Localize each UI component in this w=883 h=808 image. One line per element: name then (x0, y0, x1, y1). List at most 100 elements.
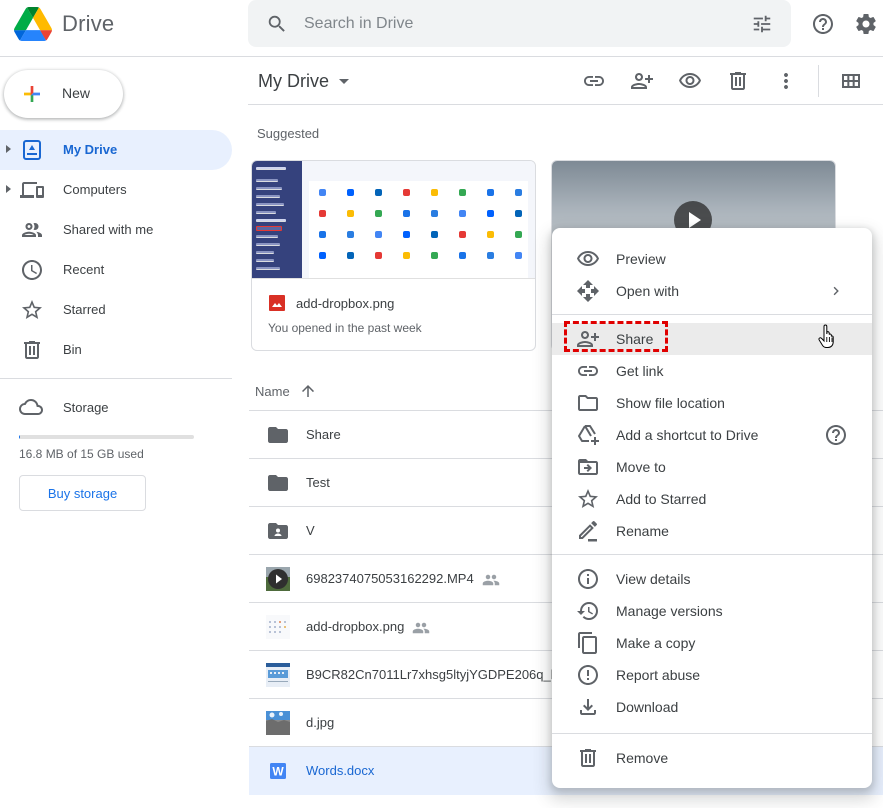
sidebar-item-label: Bin (63, 342, 82, 357)
search-icon[interactable] (266, 13, 288, 35)
sidebar-item-my-drive[interactable]: My Drive (0, 130, 232, 170)
menu-item-show-file-location[interactable]: Show file location (552, 387, 872, 419)
thumbnail-detail (515, 252, 522, 259)
menu-item-view-details[interactable]: View details (552, 563, 872, 595)
trash-icon (576, 746, 600, 770)
drive-logo[interactable]: Drive (14, 7, 114, 41)
thumbnail-detail (459, 189, 466, 196)
sidebar-item-label: Starred (63, 302, 106, 317)
suggested-file-subtitle: You opened in the past week (268, 321, 422, 335)
search-options-icon[interactable] (751, 13, 773, 35)
expand-caret-icon[interactable] (6, 185, 11, 193)
menu-item-label: Preview (616, 251, 666, 267)
menu-item-label: Manage versions (616, 603, 723, 619)
sidebar-item-label: Recent (63, 262, 105, 277)
menu-item-add-shortcut[interactable]: Add a shortcut to Drive (552, 419, 872, 451)
trash-icon[interactable] (726, 69, 750, 93)
image-thumbnail-icon (266, 711, 290, 735)
people-icon (20, 218, 44, 242)
shared-people-icon (482, 573, 500, 587)
menu-item-open-with[interactable]: Open with (552, 275, 872, 307)
thumbnail-detail (319, 252, 326, 259)
menu-divider (552, 314, 872, 315)
thumbnail-detail (403, 252, 410, 259)
sort-ascending-icon[interactable] (299, 382, 317, 400)
svg-text:W: W (272, 765, 284, 779)
shared-people-icon (412, 621, 430, 635)
buy-storage-button[interactable]: Buy storage (19, 475, 146, 511)
eye-icon (576, 247, 600, 271)
thumbnail-detail (403, 231, 410, 238)
menu-item-label: Remove (616, 750, 669, 766)
thumbnail-detail (515, 189, 522, 196)
storage-usage-text: 16.8 MB of 15 GB used (19, 447, 144, 461)
menu-item-share[interactable]: Share (552, 321, 872, 355)
copy-icon (576, 631, 600, 655)
sidebar-item-storage[interactable]: Storage (0, 395, 232, 419)
menu-item-download[interactable]: Download (552, 691, 872, 723)
image-file-icon (269, 295, 285, 311)
file-name: B9CR82Cn7011Lr7xhsg5ltyjYGDPE206q_lc (306, 667, 561, 682)
menu-item-report-abuse[interactable]: Report abuse (552, 659, 872, 691)
link-icon (576, 359, 600, 383)
file-name: Test (306, 475, 330, 490)
my-drive-title-dropdown[interactable]: My Drive (258, 71, 349, 92)
thumbnail-detail (319, 189, 326, 196)
thumbnail-detail (319, 231, 326, 238)
thumbnail-detail (431, 231, 438, 238)
menu-item-rename[interactable]: Rename (552, 515, 872, 547)
main-toolbar: My Drive (248, 57, 883, 105)
star-icon (576, 487, 600, 511)
gear-icon[interactable] (854, 12, 878, 36)
more-vert-icon[interactable] (774, 69, 798, 93)
grid-view-icon[interactable] (839, 69, 863, 93)
help-icon[interactable] (811, 12, 835, 36)
link-icon[interactable] (582, 69, 606, 93)
search-input[interactable] (304, 12, 724, 36)
new-button[interactable]: New (4, 70, 123, 118)
menu-item-remove[interactable]: Remove (552, 742, 872, 774)
menu-item-make-a-copy[interactable]: Make a copy (552, 627, 872, 659)
storage-usage-bar (19, 435, 194, 439)
file-name: Share (306, 427, 341, 442)
history-icon (576, 599, 600, 623)
sidebar-item-label: My Drive (63, 142, 118, 157)
share-icon[interactable] (630, 69, 654, 93)
report-icon (576, 663, 600, 687)
chevron-right-icon (824, 279, 848, 303)
help-icon[interactable] (824, 423, 848, 447)
star-icon (20, 298, 44, 322)
word-doc-icon: W (266, 759, 290, 783)
storage-label: Storage (63, 400, 109, 415)
expand-caret-icon[interactable] (6, 145, 11, 153)
menu-item-get-link[interactable]: Get link (552, 355, 872, 387)
menu-item-label: Show file location (616, 395, 725, 411)
thumbnail-detail (431, 252, 438, 259)
download-icon (576, 695, 600, 719)
shared-folder-icon (266, 519, 290, 543)
menu-item-add-to-starred[interactable]: Add to Starred (552, 483, 872, 515)
info-icon (576, 567, 600, 591)
thumbnail-detail (403, 189, 410, 196)
name-column-header[interactable]: Name (255, 384, 290, 399)
thumbnail-detail (319, 210, 326, 217)
search-bar[interactable] (248, 0, 791, 47)
image-thumbnail-icon (266, 663, 290, 687)
menu-item-preview[interactable]: Preview (552, 243, 872, 275)
preview-icon[interactable] (678, 69, 702, 93)
menu-item-label: Add to Starred (616, 491, 707, 507)
sidebar-item-shared-with-me[interactable]: Shared with me (0, 210, 232, 250)
file-thumbnail (252, 161, 535, 279)
thumbnail-detail (347, 210, 354, 217)
thumbnail-detail (459, 210, 466, 217)
menu-item-move-to[interactable]: Move to (552, 451, 872, 483)
menu-item-label: Add a shortcut to Drive (616, 427, 759, 443)
sidebar-item-bin[interactable]: Bin (0, 330, 232, 370)
suggested-card[interactable]: add-dropbox.png You opened in the past w… (251, 160, 536, 351)
folder-icon (266, 471, 290, 495)
sidebar-item-computers[interactable]: Computers (0, 170, 232, 210)
sidebar-item-recent[interactable]: Recent (0, 250, 232, 290)
menu-item-manage-versions[interactable]: Manage versions (552, 595, 872, 627)
sidebar-item-starred[interactable]: Starred (0, 290, 232, 330)
menu-divider (552, 733, 872, 734)
